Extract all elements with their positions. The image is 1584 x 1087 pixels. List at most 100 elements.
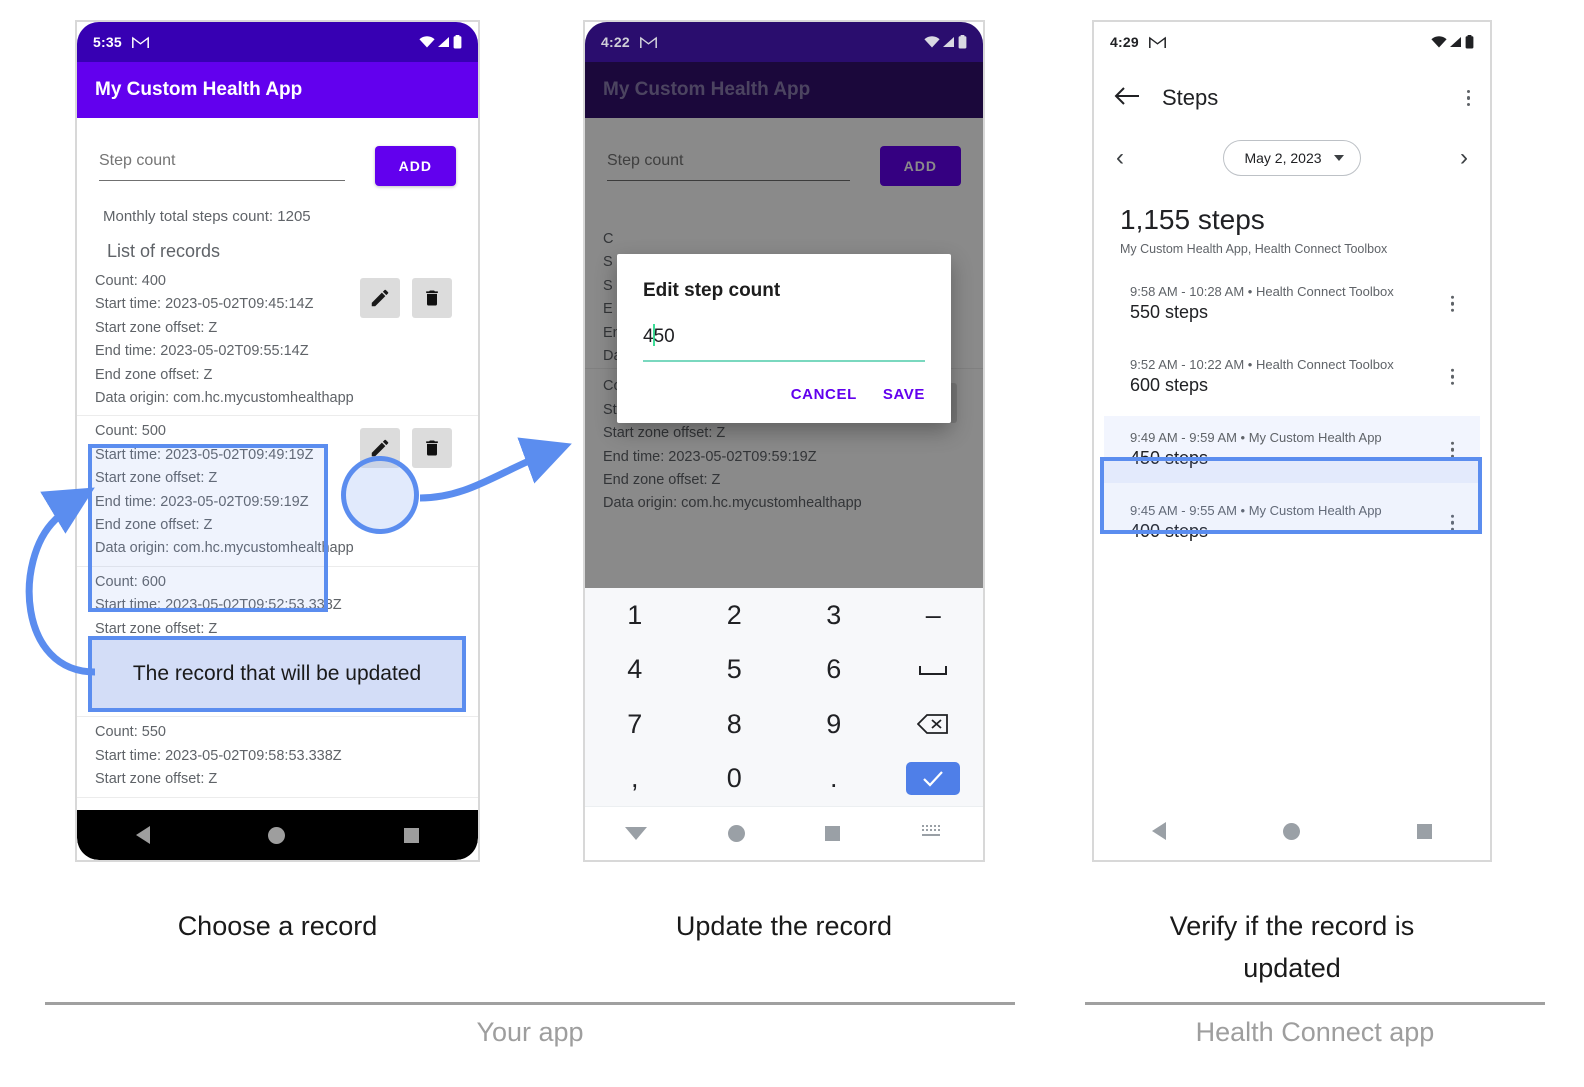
home-icon[interactable] bbox=[268, 826, 286, 844]
phone2-nav-bar bbox=[585, 806, 983, 860]
record-count: Count: 600 bbox=[95, 573, 166, 590]
chevron-down-icon bbox=[1333, 155, 1344, 161]
infographic-canvas: 5:35 My Custom Health App Step count ADD… bbox=[0, 0, 1584, 1087]
more-options-icon[interactable] bbox=[1466, 89, 1470, 107]
record-start-zone: Start zone offset: Z bbox=[603, 425, 726, 442]
caption-step-1: Choose a record bbox=[75, 905, 480, 947]
record-row[interactable]: Count: 550 Start time: 2023-05-02T09:58:… bbox=[77, 717, 478, 798]
record-start-zone: Start zone offset: Z bbox=[95, 319, 218, 336]
more-options-icon[interactable] bbox=[1450, 441, 1454, 458]
enter-key[interactable] bbox=[884, 752, 984, 807]
status-time: 4:22 bbox=[601, 34, 630, 50]
status-icons bbox=[1431, 35, 1474, 49]
back-icon[interactable] bbox=[1152, 822, 1167, 840]
phone2-status-bar: 4:22 bbox=[585, 22, 983, 62]
key-3[interactable]: 3 bbox=[784, 588, 884, 643]
key-6[interactable]: 6 bbox=[784, 643, 884, 698]
entry-value: 450 steps bbox=[1130, 448, 1209, 468]
gmail-icon bbox=[639, 36, 657, 49]
record-origin: Data origin: com.hc.mycustomhealthapp bbox=[95, 390, 354, 407]
minus-key[interactable]: – bbox=[884, 588, 984, 643]
battery-icon bbox=[453, 35, 462, 49]
gmail-icon bbox=[1148, 36, 1166, 49]
comma-key[interactable]: , bbox=[585, 752, 685, 807]
step-count-input[interactable]: Step count bbox=[99, 146, 361, 181]
wifi-icon bbox=[419, 35, 435, 49]
footer-divider-left bbox=[45, 1002, 1015, 1005]
home-icon[interactable] bbox=[1282, 822, 1300, 840]
space-key[interactable] bbox=[884, 643, 984, 698]
dialog-title: Edit step count bbox=[643, 280, 781, 301]
data-sources: My Custom Health App, Health Connect Too… bbox=[1120, 242, 1388, 256]
step-count-input[interactable]: Step count bbox=[607, 146, 866, 181]
keyboard-switch-icon[interactable] bbox=[921, 823, 943, 844]
dialog-field-wrap: 450 bbox=[617, 302, 951, 362]
edit-button-highlight-circle bbox=[341, 456, 419, 534]
status-time: 5:35 bbox=[93, 34, 122, 50]
delete-record-button[interactable] bbox=[412, 428, 452, 469]
delete-record-button[interactable] bbox=[412, 278, 452, 318]
input-value-after-caret: 50 bbox=[653, 326, 675, 347]
edit-record-button[interactable] bbox=[360, 278, 400, 318]
caption-text: Choose a record bbox=[177, 911, 378, 941]
caption-step-2: Update the record bbox=[583, 905, 985, 947]
save-button[interactable]: SAVE bbox=[883, 386, 925, 403]
record-start-zone: Start zone offset: Z bbox=[95, 771, 218, 788]
key-2[interactable]: 2 bbox=[685, 588, 785, 643]
more-options-icon[interactable] bbox=[1450, 368, 1454, 385]
more-options-icon[interactable] bbox=[1450, 295, 1454, 312]
record-callout-box: The record that will be updated bbox=[88, 636, 466, 712]
backspace-key[interactable] bbox=[884, 697, 984, 752]
add-button[interactable]: ADD bbox=[879, 146, 961, 186]
step-count-placeholder: Step count bbox=[99, 152, 176, 169]
recents-icon[interactable] bbox=[1416, 823, 1432, 839]
entry-time-range: 9:49 AM - 9:59 AM • My Custom Health App bbox=[1130, 430, 1382, 445]
date-navigator: ‹ May 2, 2023 › bbox=[1094, 124, 1490, 176]
back-icon[interactable] bbox=[136, 826, 151, 844]
record-row[interactable]: Count: 400 Start time: 2023-05-02T09:45:… bbox=[77, 266, 478, 417]
list-item[interactable]: 9:52 AM - 10:22 AM • Health Connect Tool… bbox=[1104, 343, 1480, 410]
chevron-left-icon[interactable]: ‹ bbox=[1116, 146, 1124, 170]
footer-text: Health Connect app bbox=[1195, 1017, 1435, 1047]
key-7[interactable]: 7 bbox=[585, 697, 685, 752]
entry-value: 550 steps bbox=[1130, 302, 1209, 322]
record-start-time: Start time: 2023-05-02T09:49:19Z bbox=[95, 446, 314, 463]
list-item[interactable]: 9:58 AM - 10:28 AM • Health Connect Tool… bbox=[1104, 270, 1480, 337]
caption-text-line2: updated bbox=[1243, 953, 1341, 983]
key-0[interactable]: 0 bbox=[685, 752, 785, 807]
list-item-selected[interactable]: 9:49 AM - 9:59 AM • My Custom Health App… bbox=[1104, 416, 1480, 483]
add-button[interactable]: ADD bbox=[374, 146, 456, 186]
record-origin: Data origin: com.hc.mycustomhealthapp bbox=[603, 495, 862, 512]
key-4[interactable]: 4 bbox=[585, 643, 685, 698]
key-8[interactable]: 8 bbox=[685, 697, 785, 752]
home-icon[interactable] bbox=[727, 825, 745, 842]
cancel-button[interactable]: CANCEL bbox=[791, 386, 857, 403]
recents-icon[interactable] bbox=[403, 827, 419, 843]
record-start-zone: Start zone offset: Z bbox=[95, 470, 218, 487]
more-options-icon[interactable] bbox=[1450, 514, 1454, 531]
edit-step-count-input[interactable]: 450 bbox=[643, 324, 925, 362]
list-item[interactable]: 9:45 AM - 9:55 AM • My Custom Health App… bbox=[1104, 489, 1480, 556]
phone3-screen: 4:29 Steps ‹ May 2, 2023 › 1,155 steps M… bbox=[1094, 22, 1490, 860]
date-picker-chip[interactable]: May 2, 2023 bbox=[1223, 140, 1361, 176]
phone3-nav-bar bbox=[1094, 802, 1490, 860]
record-start-time: Start time: 2023-05-02T09:58:53.338Z bbox=[95, 747, 342, 764]
input-underline bbox=[607, 180, 851, 181]
chevron-right-icon[interactable]: › bbox=[1460, 146, 1468, 170]
recents-icon[interactable] bbox=[825, 826, 841, 841]
key-1[interactable]: 1 bbox=[585, 588, 685, 643]
numeric-keyboard: 1 2 3 – 4 5 6 7 8 9 , 0 . bbox=[585, 588, 983, 806]
back-arrow-icon[interactable] bbox=[1114, 85, 1140, 112]
battery-icon bbox=[958, 35, 967, 49]
dialog-actions: CANCEL SAVE bbox=[617, 362, 951, 423]
key-5[interactable]: 5 bbox=[685, 643, 785, 698]
phone3-app-bar: Steps bbox=[1094, 62, 1490, 124]
record-end-zone: End zone offset: Z bbox=[95, 517, 213, 534]
key-9[interactable]: 9 bbox=[784, 697, 884, 752]
signal-icon bbox=[437, 36, 450, 48]
record-start-time: Start time: 2023-05-02T09:52:53.338Z bbox=[95, 597, 342, 614]
period-key[interactable]: . bbox=[784, 752, 884, 807]
app-title: My Custom Health App bbox=[95, 79, 303, 100]
hide-keyboard-icon[interactable] bbox=[625, 827, 648, 840]
footer-text: Your app bbox=[476, 1017, 584, 1047]
